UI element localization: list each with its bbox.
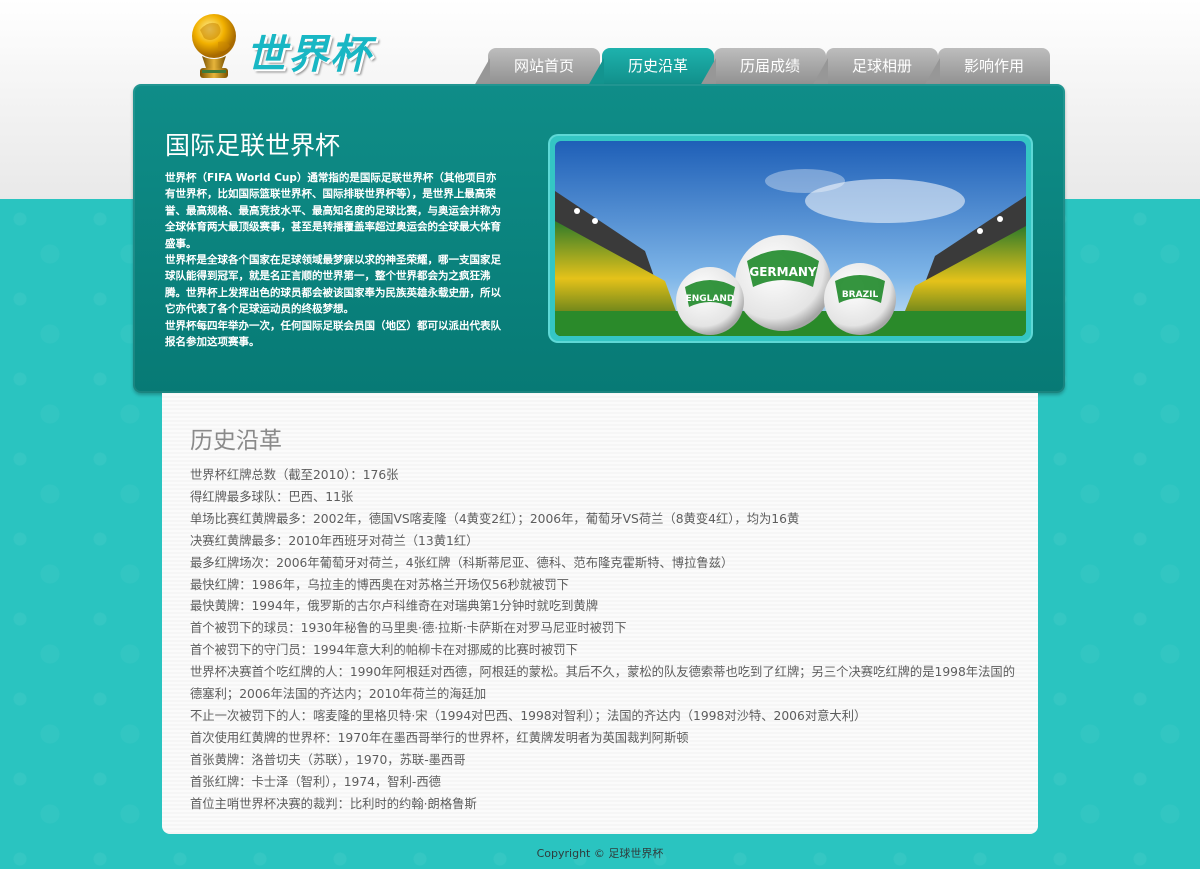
footer-copyright: Copyright © 足球世界杯: [536, 847, 664, 860]
football-england: ENGLAND: [676, 267, 744, 335]
main-nav: 网站首页 历史沿革 历届成绩 足球相册 影响作用: [474, 48, 1058, 88]
fact-item: 最多红牌场次：2006年葡萄牙对荷兰，4张红牌（科斯蒂尼亚、德科、范布隆克霍斯特…: [190, 555, 734, 570]
hero-paragraph: 世界杯（FIFA World Cup）通常指的是国际足联世界杯（其他项目亦有世界…: [165, 172, 501, 250]
tab-results[interactable]: 历届成绩: [700, 48, 826, 86]
hero-description: 世界杯（FIFA World Cup）通常指的是国际足联世界杯（其他项目亦有世界…: [165, 170, 501, 350]
football-brazil: BRAZIL: [824, 263, 896, 335]
tab-gallery[interactable]: 足球相册: [812, 48, 938, 86]
fact-item: 最快红牌：1986年，乌拉圭的博西奥在对苏格兰开场仅56秒就被罚下: [190, 577, 569, 592]
hero-panel: 国际足联世界杯 世界杯（FIFA World Cup）通常指的是国际足联世界杯（…: [133, 84, 1065, 393]
fact-item: 首次使用红黄牌的世界杯：1970年在墨西哥举行的世界杯，红黄牌发明者为英国裁判阿…: [190, 730, 689, 745]
tab-history[interactable]: 历史沿革: [588, 48, 714, 88]
tab-home[interactable]: 网站首页: [474, 48, 600, 86]
fact-item: 决赛红黄牌最多：2010年西班牙对荷兰（13黄1红）: [190, 533, 479, 548]
hero-paragraph: 世界杯每四年举办一次，任何国际足联会员国（地区）都可以派出代表队报名参加这项赛事…: [165, 319, 501, 349]
fact-item: 首张红牌：卡士泽（智利），1974，智利-西德: [190, 774, 441, 789]
fact-item: 单场比赛红黄牌最多：2002年，德国VS喀麦隆（4黄变2红）；2006年，葡萄牙…: [190, 511, 800, 526]
fact-item: 首个被罚下的守门员：1994年意大利的帕柳卡在对挪威的比赛时被罚下: [190, 643, 578, 658]
fact-item: 得红牌最多球队：巴西、11张: [190, 489, 354, 504]
hero-title: 国际足联世界杯: [165, 131, 341, 160]
fact-item: 世界杯决赛首个吃红牌的人：1990年阿根廷对西德，阿根廷的蒙松。其后不久，蒙松的…: [190, 665, 1015, 702]
ball-label: ENGLAND: [686, 294, 735, 304]
logo-text: 世界杯: [246, 31, 372, 78]
fact-item: 首位主哨世界杯决赛的裁判：比利时的约翰·朗格鲁斯: [190, 796, 477, 811]
hero-paragraph: 世界杯是全球各个国家在足球领域最梦寐以求的神圣荣耀，哪一支国家足球队能得到冠军，…: [165, 254, 501, 316]
section-title: 历史沿革: [190, 428, 282, 454]
football-germany: GERMANY: [735, 235, 831, 331]
fact-item: 不止一次被罚下的人：喀麦隆的里格贝特·宋（1994对巴西、1998对智利）；法国…: [190, 708, 867, 723]
content-card: 历史沿革 世界杯红牌总数（截至2010）：176张 得红牌最多球队：巴西、11张…: [162, 393, 1038, 834]
fact-item: 世界杯红牌总数（截至2010）：176张: [190, 468, 399, 482]
tab-influence[interactable]: 影响作用: [924, 48, 1050, 86]
hero-banner-image: GERMANY ENGLAND BRAZIL: [550, 136, 1031, 341]
trophy-icon: [192, 14, 236, 78]
fact-item: 最快黄牌：1994年，俄罗斯的古尔卢科维奇在对瑞典第1分钟时就吃到黄牌: [190, 599, 599, 614]
ball-label: BRAZIL: [842, 290, 879, 300]
stadium-footballs-illustration: GERMANY ENGLAND BRAZIL: [555, 141, 1026, 336]
facts-list: 世界杯红牌总数（截至2010）：176张 得红牌最多球队：巴西、11张 单场比赛…: [190, 465, 1020, 816]
site-logo[interactable]: 世界杯: [188, 12, 388, 82]
fact-item: 首个被罚下的球员：1930年秘鲁的马里奥·德·拉斯·卡萨斯在对罗马尼亚时被罚下: [190, 621, 627, 636]
fact-item: 首张黄牌：洛普切夫（苏联），1970，苏联-墨西哥: [190, 752, 466, 767]
ball-label: GERMANY: [749, 265, 817, 279]
